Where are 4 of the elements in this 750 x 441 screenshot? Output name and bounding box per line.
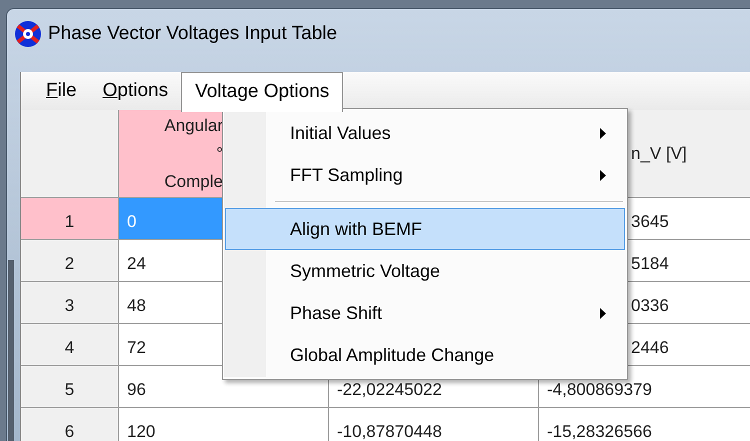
window-title: Phase Vector Voltages Input Table [48, 22, 338, 46]
table-cell: -15,28326566 [539, 408, 750, 441]
table-cell: -10,87870448 [329, 408, 539, 441]
table-cell: 120 [119, 408, 329, 441]
